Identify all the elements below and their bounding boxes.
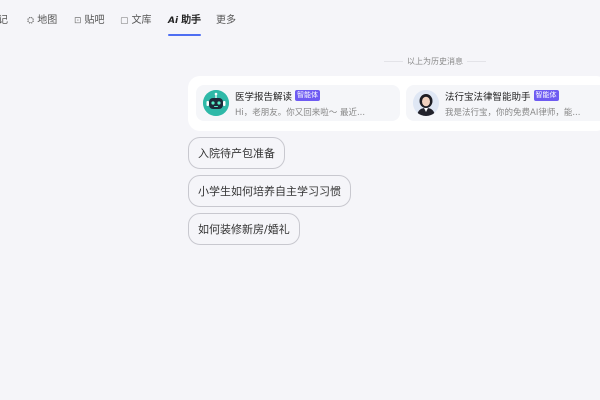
lawyer-avatar <box>413 90 439 116</box>
nav-item-more[interactable]: 更多 <box>216 15 236 35</box>
map-icon: ⛭ <box>27 16 35 26</box>
nav-item-label: 更多 <box>216 15 236 26</box>
suggestion-chip[interactable]: 如何装修新房/婚礼 <box>188 213 300 245</box>
nav-item-library[interactable]: ▢ 文库 <box>120 15 152 35</box>
agent-badge: 智能体 <box>295 90 321 101</box>
agent-badge: 智能体 <box>533 90 559 101</box>
nav-item-map[interactable]: ⛭ 地图 <box>27 15 57 35</box>
nav-item-label: 贴吧 <box>84 15 105 26</box>
tieba-icon: ⊡ <box>74 16 82 26</box>
ai-icon: Ai <box>168 16 179 26</box>
agent-card-legal[interactable]: 法行宝法律智能助手 智能体 我是法行宝，你的免费AI律师，能... <box>406 85 600 121</box>
suggestion-chip[interactable]: 小学生如何培养自主学习习惯 <box>188 175 351 207</box>
agent-name: 法行宝法律智能助手 <box>445 91 531 103</box>
nav-item-label: 助手 <box>181 15 202 26</box>
nav-item-tieba[interactable]: ⊡ 贴吧 <box>74 15 105 35</box>
agent-name: 医学报告解读 <box>235 91 293 103</box>
history-divider: 以上为历史消息 <box>380 55 490 67</box>
robot-avatar <box>203 90 229 116</box>
agent-description: 我是法行宝，你的免费AI律师，能... <box>445 107 581 118</box>
library-icon: ▢ <box>120 16 129 26</box>
agent-panel: 医学报告解读 智能体 Hi，老朋友。你又回来啦～ 最近... 法行宝法律智能助手… <box>188 76 600 131</box>
history-label: 以上为历史消息 <box>407 56 463 66</box>
nav-item-label: 地图 <box>37 15 58 26</box>
nav-item-label: 文库 <box>131 15 152 26</box>
person-icon <box>413 90 439 116</box>
top-navigation: 笔记 ⛭ 地图 ⊡ 贴吧 ▢ 文库 Ai 助手 更多 <box>0 0 600 40</box>
nav-item-assistant[interactable]: Ai 助手 <box>168 15 202 36</box>
agent-description: Hi，老朋友。你又回来啦～ 最近... <box>235 107 366 118</box>
nav-item-notes[interactable]: 笔记 <box>0 15 8 35</box>
agent-card-medical[interactable]: 医学报告解读 智能体 Hi，老朋友。你又回来啦～ 最近... <box>196 85 400 121</box>
nav-item-label: 笔记 <box>0 15 8 26</box>
suggestion-chip[interactable]: 入院待产包准备 <box>188 137 285 169</box>
robot-icon <box>203 90 229 116</box>
